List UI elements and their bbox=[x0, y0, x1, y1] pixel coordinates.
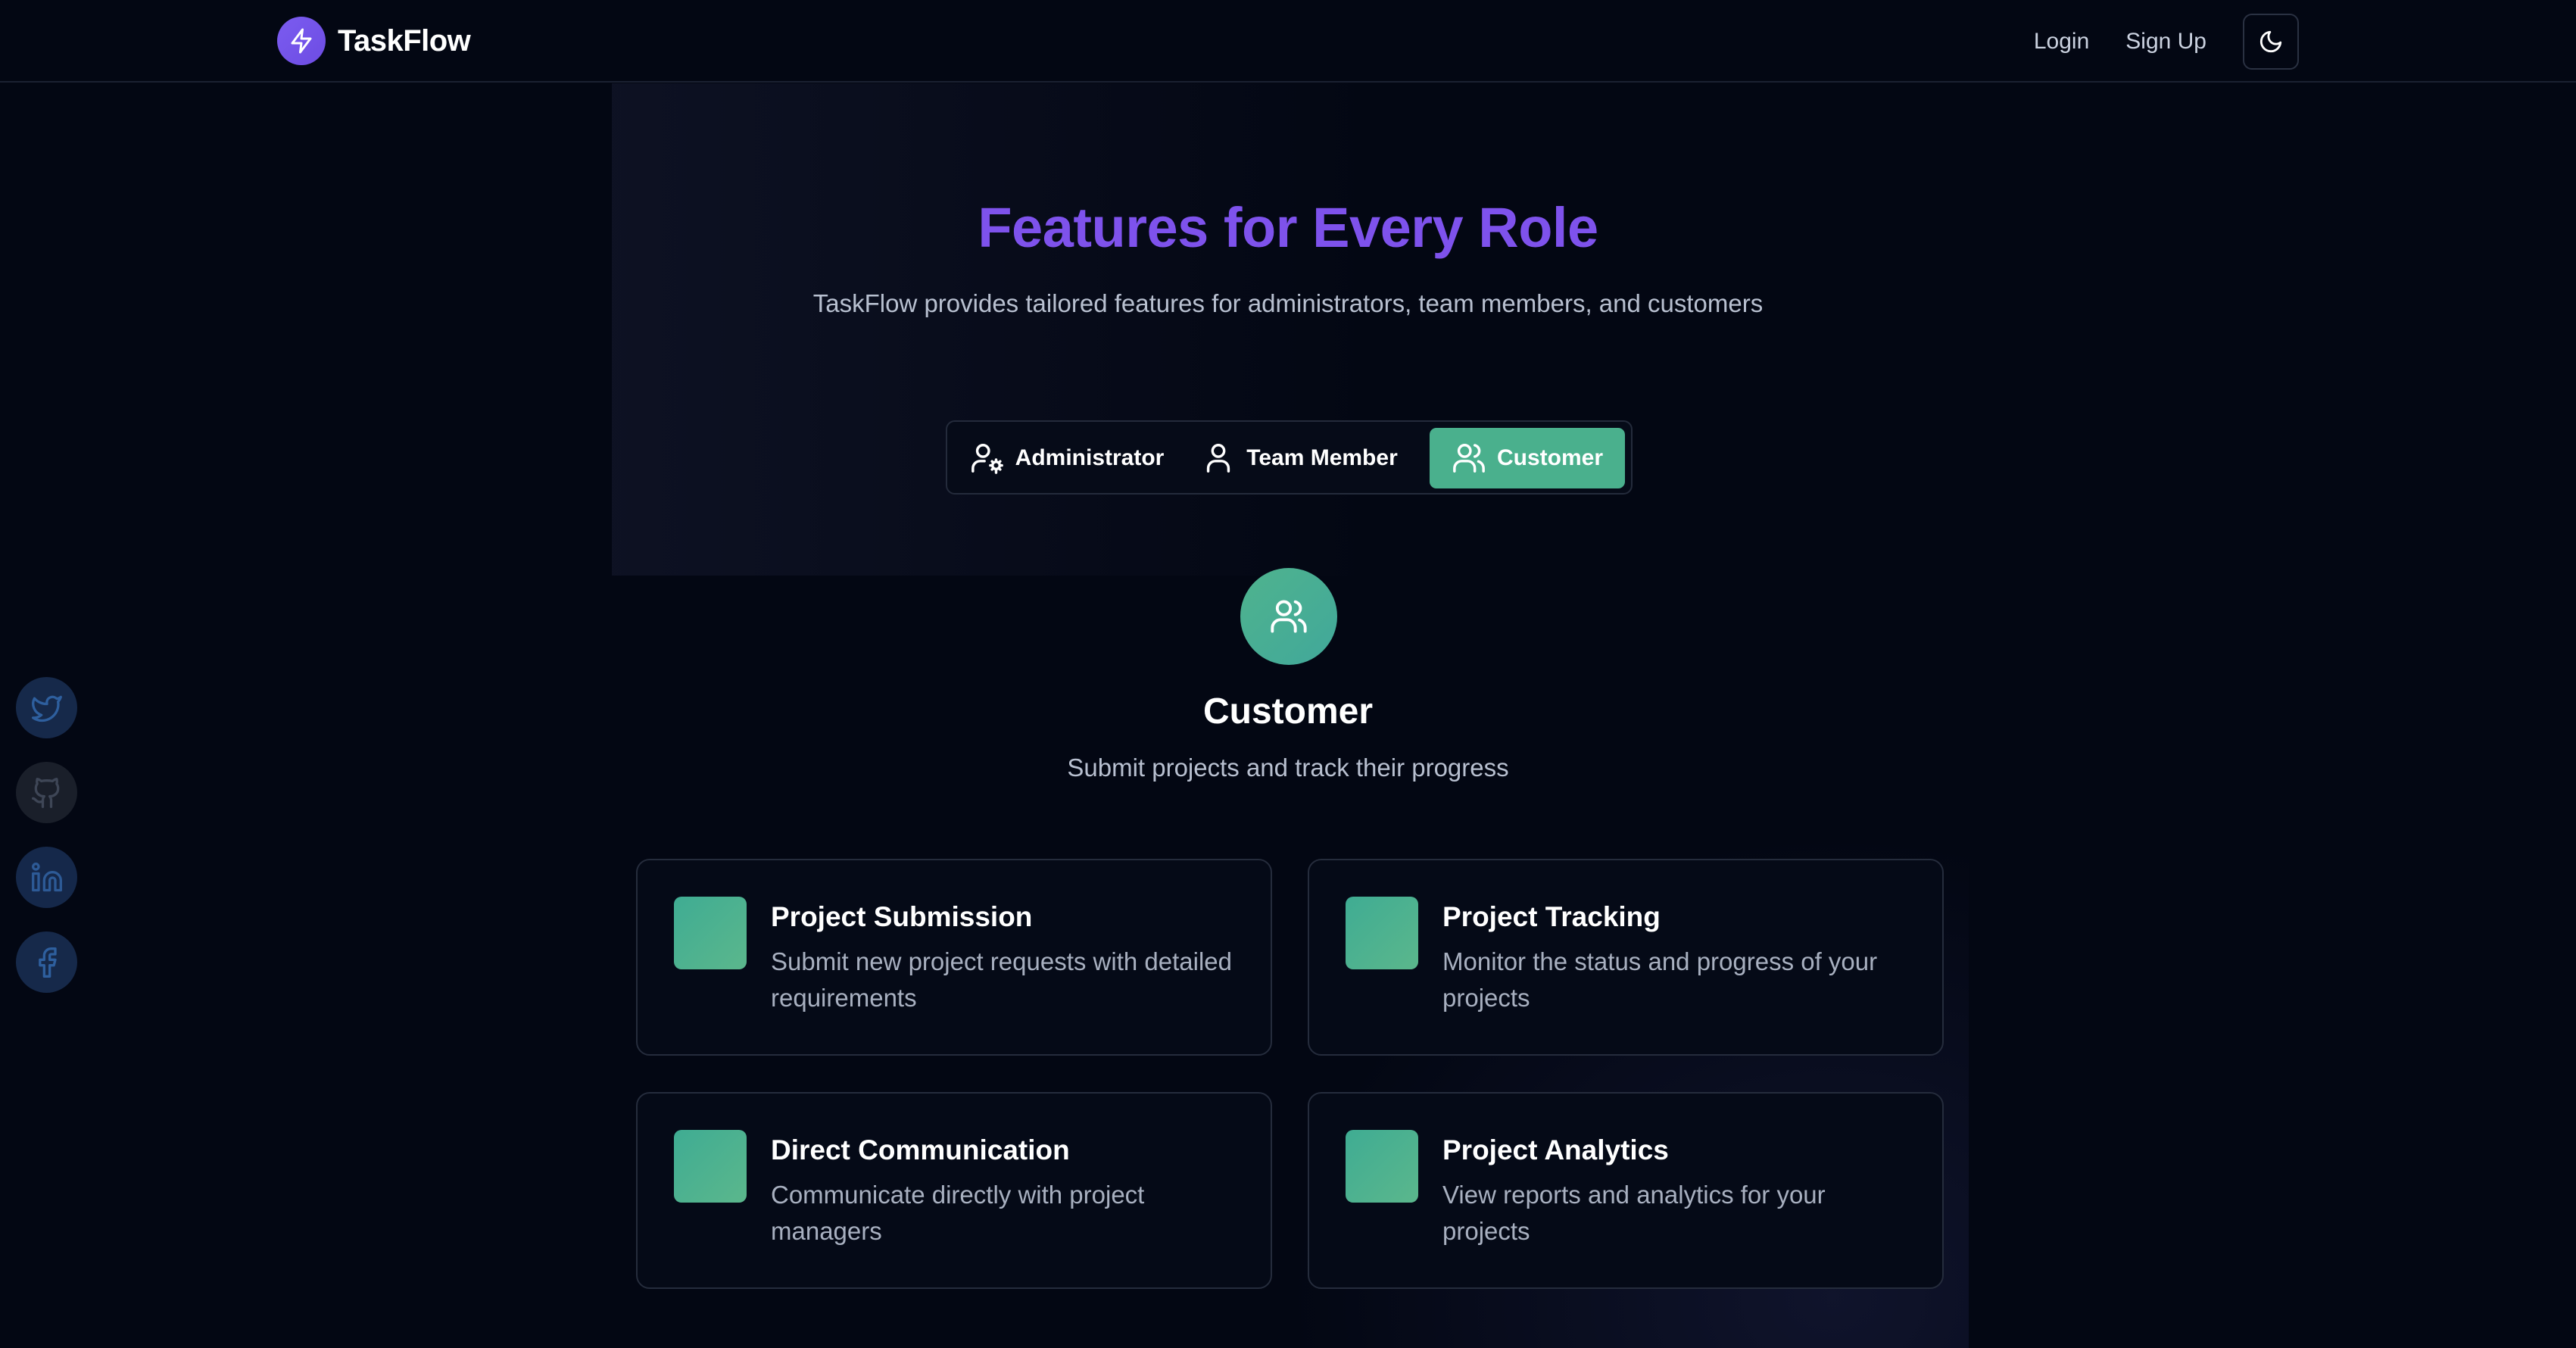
github-icon bbox=[31, 777, 59, 808]
tab-administrator[interactable]: Administrator bbox=[962, 428, 1171, 488]
tab-label: Administrator bbox=[1015, 445, 1165, 470]
tab-label: Customer bbox=[1496, 445, 1604, 470]
tab-label: Team Member bbox=[1246, 445, 1398, 470]
top-navigation-bar: TaskFlow Login Sign Up bbox=[0, 0, 2576, 83]
theme-toggle-button[interactable] bbox=[2243, 14, 2299, 70]
tab-team-member[interactable]: Team Member bbox=[1197, 428, 1402, 488]
feature-description: Communicate directly with project manage… bbox=[771, 1181, 1145, 1245]
page-subtitle: TaskFlow provides tailored features for … bbox=[812, 289, 1764, 317]
github-link[interactable] bbox=[16, 762, 77, 823]
feature-card: Direct Communication Communicate directl… bbox=[636, 1092, 1272, 1289]
feature-description: Monitor the status and progress of your … bbox=[1442, 947, 1878, 1012]
linkedin-icon bbox=[31, 862, 62, 891]
users-icon bbox=[1452, 441, 1486, 476]
role-tabs: Administrator Team Member Customer bbox=[946, 420, 1633, 495]
twitter-link[interactable] bbox=[16, 677, 77, 738]
feature-icon bbox=[674, 897, 747, 969]
feature-icon bbox=[1346, 897, 1418, 969]
feature-card: Project Submission Submit new project re… bbox=[636, 859, 1272, 1056]
brand-name: TaskFlow bbox=[338, 23, 471, 58]
role-description: Submit projects and track their progress bbox=[1067, 754, 1509, 782]
brand[interactable]: TaskFlow bbox=[277, 17, 471, 65]
header-actions: Login Sign Up bbox=[2034, 13, 2299, 70]
feature-card: Project Tracking Monitor the status and … bbox=[1308, 859, 1944, 1056]
facebook-icon bbox=[38, 947, 57, 978]
facebook-link[interactable] bbox=[16, 931, 77, 993]
users-icon bbox=[1240, 568, 1337, 665]
signup-link[interactable]: Sign Up bbox=[2125, 29, 2206, 55]
moon-icon bbox=[2259, 30, 2282, 53]
background-glow bbox=[612, 83, 1369, 576]
role-title: Customer bbox=[1202, 691, 1374, 732]
user-icon bbox=[1201, 441, 1236, 476]
feature-title: Project Tracking bbox=[1442, 901, 1661, 932]
feature-title: Project Submission bbox=[771, 901, 1033, 932]
login-link[interactable]: Login bbox=[2034, 29, 2089, 55]
tab-customer[interactable]: Customer bbox=[1430, 428, 1625, 488]
feature-description: View reports and analytics for your proj… bbox=[1442, 1181, 1826, 1245]
twitter-icon bbox=[31, 695, 62, 722]
lightning-icon bbox=[277, 17, 326, 65]
page-title: Features for Every Role bbox=[978, 196, 1598, 259]
feature-card: Project Analytics View reports and analy… bbox=[1308, 1092, 1944, 1289]
linkedin-link[interactable] bbox=[16, 847, 77, 908]
user-gear-icon bbox=[970, 441, 1005, 476]
feature-title: Direct Communication bbox=[771, 1134, 1070, 1165]
feature-title: Project Analytics bbox=[1442, 1134, 1669, 1165]
feature-description: Submit new project requests with detaile… bbox=[771, 947, 1232, 1012]
feature-icon bbox=[674, 1130, 747, 1203]
feature-icon bbox=[1346, 1130, 1418, 1203]
